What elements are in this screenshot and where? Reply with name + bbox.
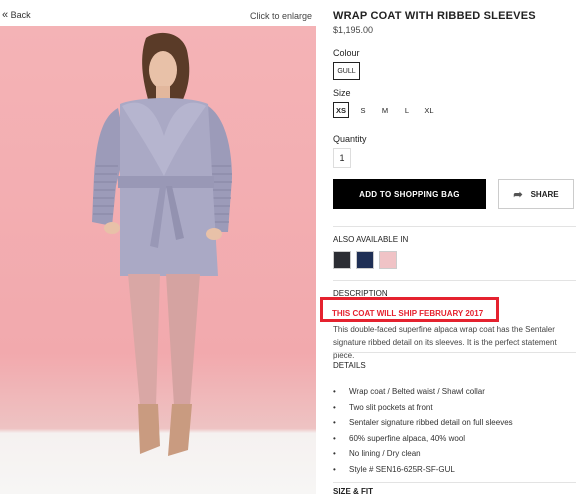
also-available-label: ALSO AVAILABLE IN	[333, 235, 409, 244]
detail-text: Two slit pockets at front	[349, 402, 433, 412]
color-swatches	[333, 251, 397, 269]
colour-option-gull[interactable]: GULL	[333, 62, 360, 80]
description-text: This double-faced superfine alpaca wrap …	[333, 325, 557, 360]
size-label: Size	[333, 88, 351, 98]
divider	[333, 280, 576, 281]
swatch-charcoal[interactable]	[333, 251, 351, 269]
back-label: Back	[10, 10, 31, 20]
detail-text: Sentaler signature ribbed detail on full…	[349, 418, 513, 428]
bullet-icon: •	[333, 402, 336, 412]
bullet-icon: •	[333, 449, 336, 459]
ship-notice: THIS COAT WILL SHIP FEBRUARY 2017	[332, 309, 484, 318]
left-hand-shape	[104, 222, 120, 234]
bullet-icon: •	[333, 387, 336, 397]
list-item: • Two slit pockets at front	[333, 400, 576, 416]
detail-text: Wrap coat / Belted waist / Shawl collar	[349, 387, 485, 397]
share-label: SHARE	[530, 189, 559, 199]
colour-label: Colour	[333, 48, 360, 58]
swatch-pink[interactable]	[379, 251, 397, 269]
details-label: DETAILS	[333, 361, 366, 370]
detail-text: Style # SEN16-625R-SF-GUL	[349, 464, 455, 474]
left-boot-shape	[138, 404, 160, 454]
size-selector: XS S M L XL	[333, 102, 437, 118]
quantity-field[interactable]: 1	[333, 148, 351, 168]
add-to-shopping-bag-button[interactable]: ADD TO SHOPPING BAG	[333, 179, 486, 209]
click-to-enlarge-link[interactable]: Click to enlarge	[250, 11, 312, 21]
right-boot-shape	[168, 404, 192, 456]
right-hand-shape	[206, 228, 222, 240]
share-button[interactable]: ➦ SHARE	[498, 179, 574, 209]
size-option-m[interactable]: M	[377, 102, 393, 118]
right-leg-shape	[166, 274, 200, 406]
swatch-navy[interactable]	[356, 251, 374, 269]
back-link[interactable]: « Back	[2, 9, 31, 21]
list-item: • Style # SEN16-625R-SF-GUL	[333, 462, 576, 478]
bullet-icon: •	[333, 464, 336, 474]
divider	[333, 352, 576, 353]
divider	[333, 226, 576, 227]
size-option-s[interactable]: S	[355, 102, 371, 118]
face-shape	[149, 51, 177, 89]
bullet-icon: •	[333, 418, 336, 428]
detail-text: 60% superfine alpaca, 40% wool	[349, 433, 466, 443]
bullet-icon: •	[333, 433, 336, 443]
size-option-l[interactable]: L	[399, 102, 415, 118]
size-option-xs[interactable]: XS	[333, 102, 349, 118]
list-item: • Sentaler signature ribbed detail on ful…	[333, 415, 576, 431]
details-list: • Wrap coat / Belted waist / Shawl collar…	[333, 384, 576, 477]
product-price: $1,195.00	[333, 25, 374, 35]
divider	[333, 482, 576, 483]
product-info-panel: WRAP COAT WITH RIBBED SLEEVES $1,195.00 …	[320, 0, 576, 496]
model-illustration	[92, 32, 232, 456]
quantity-label: Quantity	[333, 134, 367, 144]
list-item: • Wrap coat / Belted waist / Shawl collar	[333, 384, 576, 400]
left-leg-shape	[128, 274, 160, 406]
double-chevron-left-icon: «	[2, 9, 9, 21]
belt-shape	[118, 176, 214, 188]
size-fit-heading[interactable]: SIZE & FIT	[333, 487, 373, 496]
list-item: • No lining / Dry clean	[333, 446, 576, 462]
detail-text: No lining / Dry clean	[349, 449, 421, 459]
size-option-xl[interactable]: XL	[421, 102, 437, 118]
list-item: • 60% superfine alpaca, 40% wool	[333, 431, 576, 447]
product-photo[interactable]	[0, 26, 316, 494]
product-image-panel: « Back Click to enlarge	[0, 0, 316, 494]
product-title: WRAP COAT WITH RIBBED SLEEVES	[333, 10, 536, 22]
share-arrow-icon: ➦	[513, 188, 523, 201]
